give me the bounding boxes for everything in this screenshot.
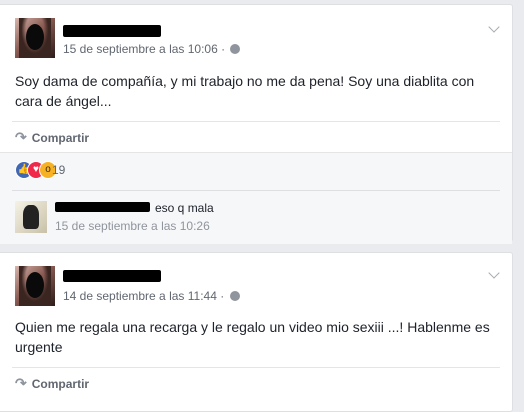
reaction-count[interactable]: 19 — [52, 163, 65, 177]
post-meta: 15 de septiembre a las 10:06 · — [63, 42, 241, 56]
divider — [12, 190, 500, 191]
post-text: Soy dama de compañía, y mi trabajo no me… — [15, 73, 475, 109]
meta-separator: · — [221, 42, 226, 56]
share-arrow-icon: ↷ — [15, 375, 27, 391]
avatar[interactable] — [15, 266, 55, 306]
share-arrow-icon: ↷ — [15, 129, 27, 145]
comment-timestamp[interactable]: 15 de septiembre a las 10:26 — [55, 219, 210, 233]
chevron-down-icon[interactable] — [488, 21, 500, 33]
meta-separator: · — [220, 289, 225, 303]
share-label: Compartir — [31, 131, 90, 145]
share-label: Compartir — [31, 377, 90, 391]
divider — [12, 121, 500, 122]
author-name-redacted[interactable] — [63, 25, 161, 37]
post-card: 14 de septiembre a las 11:44 · Quien me … — [0, 252, 513, 412]
post-timestamp[interactable]: 14 de septiembre a las 11:44 — [63, 289, 217, 303]
comment-text: eso q mala — [155, 201, 214, 215]
share-button[interactable]: ↷ Compartir — [15, 129, 89, 146]
chevron-down-icon[interactable] — [488, 267, 500, 279]
divider — [12, 367, 500, 368]
commenter-name-redacted[interactable] — [55, 202, 150, 212]
post-timestamp[interactable]: 15 de septiembre a las 10:06 — [63, 42, 218, 56]
post-meta: 14 de septiembre a las 11:44 · — [63, 289, 240, 303]
post-card: 15 de septiembre a las 10:06 · Soy dama … — [0, 4, 513, 244]
globe-icon — [229, 291, 240, 301]
share-button[interactable]: ↷ Compartir — [15, 375, 89, 392]
commenter-avatar[interactable] — [15, 201, 47, 233]
author-name-redacted[interactable] — [63, 270, 161, 282]
avatar[interactable] — [15, 18, 55, 58]
reactions-comments-section: 👍 ♥ o 19 eso q mala 15 de septiembre a l… — [0, 152, 512, 244]
globe-icon — [230, 44, 241, 54]
post-text: Quien me regala una recarga y le regalo … — [15, 319, 490, 355]
